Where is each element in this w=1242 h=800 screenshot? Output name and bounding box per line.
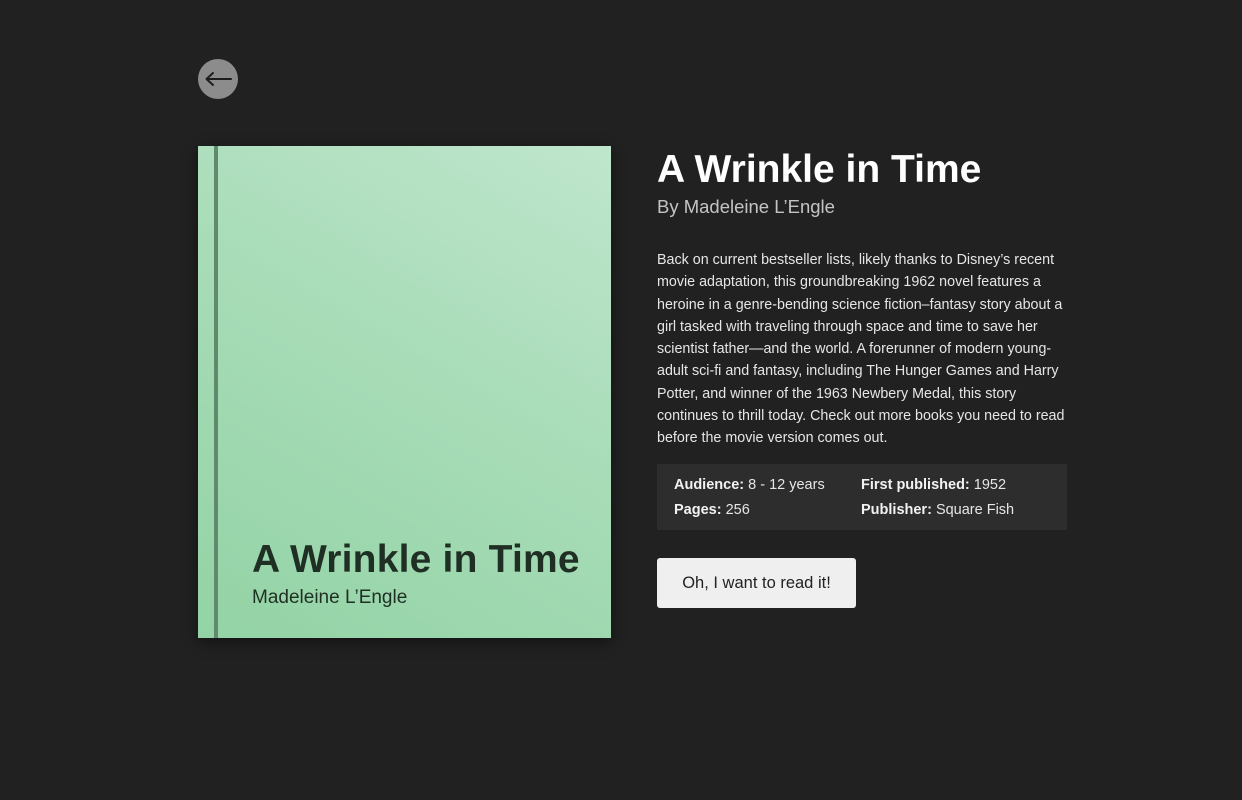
read-button[interactable]: Oh, I want to read it! (657, 557, 856, 608)
book-title: A Wrinkle in Time (657, 148, 982, 191)
book-cover: A Wrinkle in Time Madeleine L’Engle (198, 146, 611, 638)
arrow-left-icon (204, 71, 232, 87)
back-button[interactable] (198, 59, 238, 99)
meta-first-published-label: First published: (861, 476, 974, 493)
cover-title: A Wrinkle in Time (252, 538, 580, 581)
meta-pages: Pages: 256 (674, 502, 861, 518)
meta-first-published-value: 1952 (973, 476, 1007, 493)
meta-pages-value: 256 (725, 501, 750, 518)
book-meta-panel: Audience: 8 - 12 years First published: … (657, 463, 1067, 530)
meta-publisher-value: Square Fish (935, 501, 1015, 518)
book-details: A Wrinkle in Time By Madeleine L’Engle B… (657, 146, 1067, 608)
meta-publisher: Publisher: Square Fish (861, 502, 1050, 518)
meta-audience-label: Audience: (674, 476, 749, 493)
meta-pages-label: Pages: (674, 501, 726, 518)
book-description: Back on current bestseller lists, likely… (657, 252, 1065, 447)
cover-spine (214, 146, 218, 638)
meta-audience-value: 8 - 12 years (748, 476, 825, 493)
meta-audience: Audience: 8 - 12 years (674, 477, 861, 493)
book-detail-page: A Wrinkle in Time Madeleine L’Engle A Wr… (0, 0, 1242, 800)
meta-first-published: First published: 1952 (861, 477, 1050, 493)
book-author: By Madeleine L’Engle (657, 196, 835, 217)
cover-author: Madeleine L’Engle (252, 587, 408, 608)
meta-publisher-label: Publisher: (861, 501, 936, 518)
